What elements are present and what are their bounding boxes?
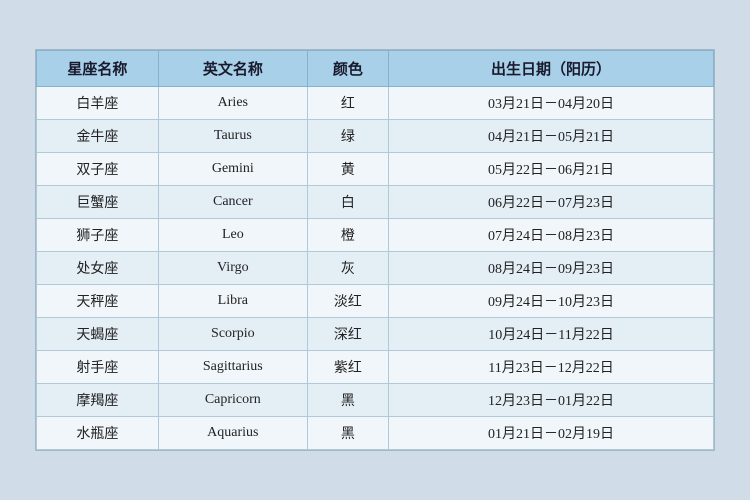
cell-date: 12月23日－01月22日 [389,384,714,417]
cell-chinese: 巨蟹座 [37,186,159,219]
table-row: 天秤座Libra淡红09月24日－10月23日 [37,285,714,318]
cell-english: Aquarius [158,417,307,450]
table-row: 射手座Sagittarius紫红11月23日－12月22日 [37,351,714,384]
table-row: 金牛座Taurus绿04月21日－05月21日 [37,120,714,153]
cell-color: 黑 [307,384,388,417]
cell-date: 08月24日－09月23日 [389,252,714,285]
cell-english: Virgo [158,252,307,285]
cell-date: 06月22日－07月23日 [389,186,714,219]
header-date: 出生日期（阳历） [389,51,714,87]
cell-color: 灰 [307,252,388,285]
table-row: 处女座Virgo灰08月24日－09月23日 [37,252,714,285]
cell-english: Capricorn [158,384,307,417]
table-header-row: 星座名称 英文名称 颜色 出生日期（阳历） [37,51,714,87]
cell-english: Taurus [158,120,307,153]
cell-chinese: 金牛座 [37,120,159,153]
cell-color: 紫红 [307,351,388,384]
cell-color: 红 [307,87,388,120]
cell-english: Aries [158,87,307,120]
cell-color: 淡红 [307,285,388,318]
cell-color: 绿 [307,120,388,153]
cell-chinese: 狮子座 [37,219,159,252]
cell-date: 10月24日－11月22日 [389,318,714,351]
header-color: 颜色 [307,51,388,87]
cell-color: 橙 [307,219,388,252]
cell-chinese: 天蝎座 [37,318,159,351]
cell-chinese: 处女座 [37,252,159,285]
table-row: 双子座Gemini黄05月22日－06月21日 [37,153,714,186]
cell-chinese: 射手座 [37,351,159,384]
cell-color: 黄 [307,153,388,186]
cell-english: Sagittarius [158,351,307,384]
cell-date: 01月21日－02月19日 [389,417,714,450]
table-row: 摩羯座Capricorn黑12月23日－01月22日 [37,384,714,417]
cell-chinese: 摩羯座 [37,384,159,417]
cell-chinese: 白羊座 [37,87,159,120]
table-row: 白羊座Aries红03月21日－04月20日 [37,87,714,120]
cell-english: Cancer [158,186,307,219]
zodiac-table: 星座名称 英文名称 颜色 出生日期（阳历） 白羊座Aries红03月21日－04… [36,50,714,450]
cell-date: 07月24日－08月23日 [389,219,714,252]
cell-english: Gemini [158,153,307,186]
cell-english: Scorpio [158,318,307,351]
cell-date: 03月21日－04月20日 [389,87,714,120]
cell-chinese: 天秤座 [37,285,159,318]
zodiac-table-container: 星座名称 英文名称 颜色 出生日期（阳历） 白羊座Aries红03月21日－04… [35,49,715,451]
header-english: 英文名称 [158,51,307,87]
table-body: 白羊座Aries红03月21日－04月20日金牛座Taurus绿04月21日－0… [37,87,714,450]
cell-date: 05月22日－06月21日 [389,153,714,186]
table-row: 巨蟹座Cancer白06月22日－07月23日 [37,186,714,219]
cell-chinese: 水瓶座 [37,417,159,450]
cell-color: 黑 [307,417,388,450]
cell-date: 11月23日－12月22日 [389,351,714,384]
cell-chinese: 双子座 [37,153,159,186]
cell-date: 09月24日－10月23日 [389,285,714,318]
cell-color: 白 [307,186,388,219]
cell-color: 深红 [307,318,388,351]
cell-english: Leo [158,219,307,252]
header-chinese: 星座名称 [37,51,159,87]
table-row: 天蝎座Scorpio深红10月24日－11月22日 [37,318,714,351]
table-row: 狮子座Leo橙07月24日－08月23日 [37,219,714,252]
cell-english: Libra [158,285,307,318]
cell-date: 04月21日－05月21日 [389,120,714,153]
table-row: 水瓶座Aquarius黑01月21日－02月19日 [37,417,714,450]
